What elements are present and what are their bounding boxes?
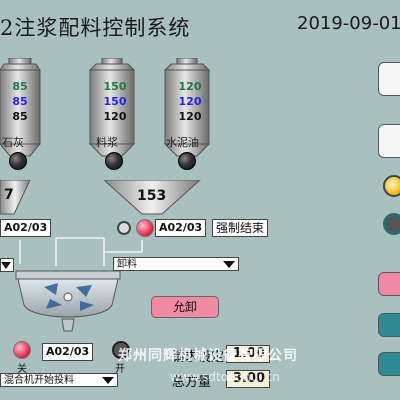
mixer-off-lamp[interactable] xyxy=(13,341,31,359)
mixer-start-dropdown[interactable]: 混合机开始投料 xyxy=(0,373,118,387)
side-pink-button[interactable] xyxy=(378,272,400,296)
mixer-start-dropdown-value: 混合机开始投料 xyxy=(4,375,74,386)
silo-2-value-2: 150 xyxy=(103,95,127,108)
mixer-graphic xyxy=(15,270,121,332)
hopper-right-value: 153 xyxy=(137,188,167,204)
silo-3-label: 水泥油 xyxy=(166,136,199,149)
watermark-url: www.sdtonghui.cn xyxy=(170,370,280,384)
chevron-down-icon xyxy=(102,377,114,384)
silo-1-valve-knob[interactable] xyxy=(9,152,27,170)
silo-2-valve-knob[interactable] xyxy=(105,152,123,170)
discharge-dropdown[interactable]: 卸料 xyxy=(113,257,239,271)
allow-unload-button[interactable]: 允卸 xyxy=(151,296,219,318)
hopper-left-code: A02/03 xyxy=(0,219,52,237)
hopper-right-code: A02/03 xyxy=(155,219,207,237)
silo-3-value-1: 120 xyxy=(178,80,202,93)
date-display: 2019-09-01 xyxy=(297,13,400,34)
silo-1-value-1: 85 xyxy=(12,80,28,93)
silo-2-label: 料浆 xyxy=(96,136,118,149)
hopper-left-value: 7 xyxy=(4,187,14,203)
silo-1-label: 石灰 xyxy=(2,136,24,149)
silo-1-value-2: 85 xyxy=(12,95,28,108)
mixer-code: A02/03 xyxy=(42,343,94,361)
side-teal-button-1[interactable] xyxy=(378,313,400,337)
silo-3-value-3: 120 xyxy=(178,110,202,123)
force-end-button[interactable]: 强制结束 xyxy=(212,219,269,237)
hopper-right-status-lamp-off xyxy=(117,221,131,235)
page-title: 2注浆配料控制系统 xyxy=(0,16,191,40)
chevron-down-icon xyxy=(223,261,235,268)
silo-2-value-1: 150 xyxy=(103,80,127,93)
silo-1-value-3: 85 xyxy=(12,110,28,123)
side-status-lamp-off xyxy=(383,213,400,235)
silo-3-value-2: 120 xyxy=(178,95,202,108)
hopper-right-status-lamp-on xyxy=(136,219,154,237)
watermark-company: 郑州同辉机械设备有限公司 xyxy=(118,348,298,364)
silo-2-value-3: 120 xyxy=(103,110,127,123)
side-status-lamp-yellow xyxy=(383,175,400,197)
silo-3-valve-knob[interactable] xyxy=(178,152,196,170)
side-teal-button-2[interactable] xyxy=(378,352,400,376)
side-button-2[interactable] xyxy=(378,124,400,158)
left-dropdown[interactable] xyxy=(0,258,14,272)
side-button-1[interactable] xyxy=(378,62,400,96)
